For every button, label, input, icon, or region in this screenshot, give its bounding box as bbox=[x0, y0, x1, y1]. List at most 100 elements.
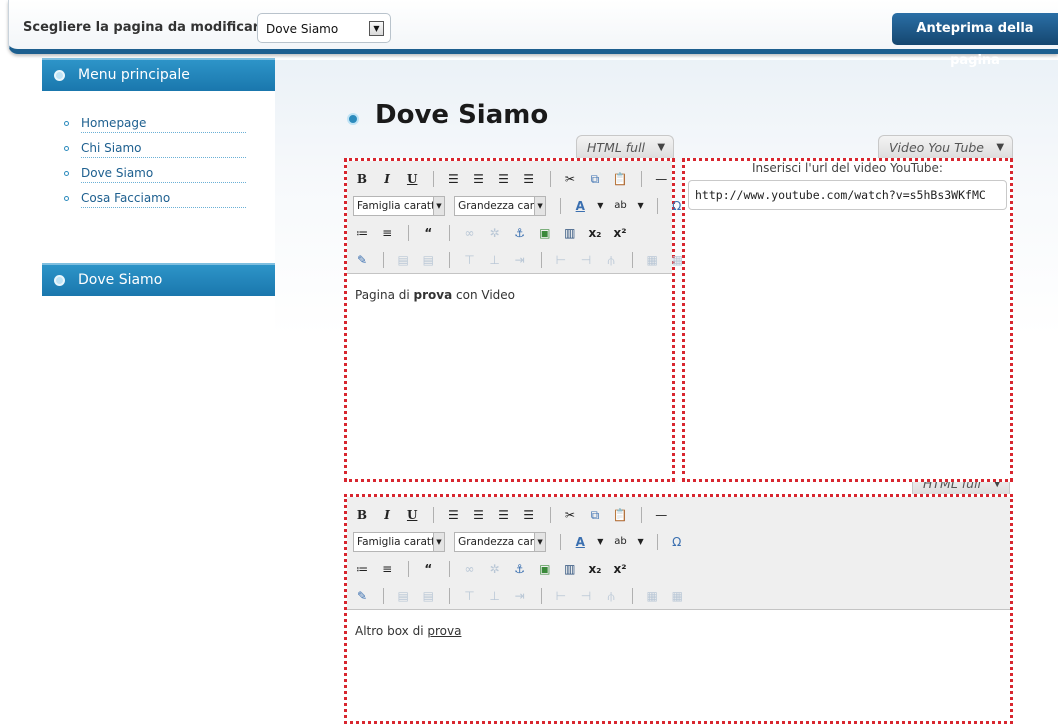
sidebar-item-homepage[interactable]: Homepage bbox=[64, 114, 246, 139]
page-select[interactable]: Dove Siamo ▼ bbox=[257, 13, 391, 43]
sidebar-item-label[interactable]: Homepage bbox=[81, 116, 246, 133]
chevron-down-icon[interactable]: ▼ bbox=[637, 197, 645, 215]
font-size-select[interactable]: Grandezza car. ▼ bbox=[454, 195, 547, 216]
special-char-icon[interactable]: Ω bbox=[668, 533, 686, 551]
font-family-select[interactable]: Famiglia caratt ▼ bbox=[353, 195, 445, 216]
preview-button[interactable]: Anteprima della pagina bbox=[892, 13, 1058, 68]
edit-html-icon[interactable]: ✎ bbox=[353, 587, 371, 605]
delete-row-icon: ⇥ bbox=[514, 252, 525, 267]
chevron-down-icon: ▼ bbox=[433, 196, 444, 215]
media-icon[interactable]: ▥ bbox=[561, 224, 579, 242]
toolbar-separator bbox=[656, 533, 658, 550]
sidebar-item-dove-siamo[interactable]: Dove Siamo bbox=[64, 164, 246, 189]
bullet-icon bbox=[64, 171, 69, 176]
bold-icon[interactable]: B bbox=[353, 170, 371, 188]
chevron-down-icon[interactable]: ▼ bbox=[637, 533, 645, 551]
horizontal-rule-icon[interactable]: — bbox=[652, 170, 670, 188]
blockquote-icon[interactable]: “ bbox=[419, 560, 437, 578]
split-cells-icon: ▦ bbox=[646, 252, 658, 267]
chevron-down-icon[interactable]: ▼ bbox=[596, 197, 604, 215]
italic-icon[interactable]: I bbox=[378, 506, 396, 524]
toolbar-separator bbox=[433, 170, 435, 187]
align-center-icon[interactable]: ☰ bbox=[469, 170, 487, 188]
superscript-icon[interactable]: x² bbox=[611, 224, 629, 242]
insert-row-before-icon: ⊤ bbox=[464, 588, 475, 603]
superscript-icon[interactable]: x² bbox=[611, 560, 629, 578]
copy-icon[interactable]: ⧉ bbox=[586, 170, 604, 188]
anchor-icon[interactable]: ⚓ bbox=[511, 224, 529, 242]
image-icon[interactable]: ▣ bbox=[536, 560, 554, 578]
cut-icon[interactable]: ✂ bbox=[561, 506, 579, 524]
split-cells-icon: ▦ bbox=[646, 588, 658, 603]
align-left-icon[interactable]: ☰ bbox=[444, 170, 462, 188]
toolbar-separator bbox=[449, 560, 451, 577]
underline-icon[interactable]: U bbox=[403, 170, 421, 188]
sidebar-item-label[interactable]: Chi Siamo bbox=[81, 141, 246, 158]
chevron-down-icon: ▼ bbox=[534, 532, 546, 551]
paste-icon[interactable]: 📋 bbox=[611, 506, 629, 524]
editor-box-2: B I U ☰ ☰ ☰ ☰ ✂ ⧉ 📋 — Famiglia caratt ▼ … bbox=[344, 494, 1013, 724]
toolbar-separator bbox=[641, 170, 643, 187]
bullet-list-icon[interactable]: ≔ bbox=[353, 560, 371, 578]
align-center-icon[interactable]: ☰ bbox=[469, 506, 487, 524]
youtube-url-input[interactable]: http://www.youtube.com/watch?v=s5hBs3WKf… bbox=[688, 180, 1007, 210]
highlight-color-icon[interactable]: ab bbox=[611, 197, 629, 215]
toolbar-separator bbox=[560, 197, 562, 214]
blockquote-icon[interactable]: “ bbox=[419, 224, 437, 242]
underline-icon[interactable]: U bbox=[403, 506, 421, 524]
align-justify-icon[interactable]: ☰ bbox=[520, 506, 538, 524]
align-right-icon[interactable]: ☰ bbox=[495, 506, 513, 524]
image-icon[interactable]: ▣ bbox=[536, 224, 554, 242]
editor-content[interactable]: Altro box di prova bbox=[355, 624, 461, 638]
youtube-box: Inserisci l'url del video YouTube: http:… bbox=[682, 158, 1013, 482]
align-justify-icon[interactable]: ☰ bbox=[520, 170, 538, 188]
page-select-value: Dove Siamo bbox=[266, 22, 339, 36]
font-size-value: Grandezza car. bbox=[458, 199, 537, 212]
chevron-down-icon[interactable]: ▼ bbox=[369, 21, 384, 36]
cut-icon[interactable]: ✂ bbox=[561, 170, 579, 188]
numbered-list-icon[interactable]: ≡ bbox=[378, 224, 396, 242]
box1-mode-selector[interactable]: HTML full ▼ bbox=[576, 135, 675, 159]
text-color-icon[interactable]: A bbox=[571, 533, 589, 551]
font-size-select[interactable]: Grandezza car. ▼ bbox=[454, 531, 547, 552]
toolbar-separator bbox=[383, 587, 385, 604]
sidebar-item-label[interactable]: Cosa Facciamo bbox=[81, 191, 246, 208]
paste-icon[interactable]: 📋 bbox=[611, 170, 629, 188]
top-bar: Scegliere la pagina da modificare: Dove … bbox=[8, 0, 1058, 68]
toolbar-separator bbox=[540, 251, 542, 268]
align-left-icon[interactable]: ☰ bbox=[444, 506, 462, 524]
sidebar-item-chi-siamo[interactable]: Chi Siamo bbox=[64, 139, 246, 164]
subscript-icon[interactable]: x₂ bbox=[586, 224, 604, 242]
sidebar-item-cosa-facciamo[interactable]: Cosa Facciamo bbox=[64, 189, 246, 214]
insert-row-after-icon: ⊥ bbox=[489, 588, 500, 603]
align-right-icon[interactable]: ☰ bbox=[495, 170, 513, 188]
horizontal-rule-icon[interactable]: — bbox=[652, 506, 670, 524]
media-icon[interactable]: ▥ bbox=[561, 560, 579, 578]
highlight-color-icon[interactable]: ab bbox=[611, 533, 629, 551]
toolbar-separator bbox=[549, 506, 551, 523]
editor-text: con Video bbox=[452, 288, 516, 302]
box2-mode-selector[interactable]: Video You Tube ▼ bbox=[878, 135, 1014, 159]
bullet-list-icon[interactable]: ≔ bbox=[353, 224, 371, 242]
sidebar-item-label[interactable]: Dove Siamo bbox=[81, 166, 246, 183]
copy-icon[interactable]: ⧉ bbox=[586, 506, 604, 524]
table-row-props-icon: ▤ bbox=[397, 252, 409, 267]
subscript-icon[interactable]: x₂ bbox=[586, 560, 604, 578]
editor-text-underlined: prova bbox=[427, 624, 462, 638]
insert-col-before-icon: ⊢ bbox=[555, 588, 567, 603]
italic-icon[interactable]: I bbox=[378, 170, 396, 188]
font-family-select[interactable]: Famiglia caratt ▼ bbox=[353, 531, 445, 552]
delete-col-icon: ⫛ bbox=[607, 588, 615, 603]
editor-content[interactable]: Pagina di prova con Video bbox=[355, 288, 515, 302]
anchor-icon[interactable]: ⚓ bbox=[511, 560, 529, 578]
toolbar-separator bbox=[449, 224, 451, 241]
insert-col-after-icon: ⊣ bbox=[580, 252, 592, 267]
numbered-list-icon[interactable]: ≡ bbox=[378, 560, 396, 578]
toolbar-separator bbox=[632, 251, 634, 268]
edit-html-icon[interactable]: ✎ bbox=[353, 251, 371, 269]
bold-icon[interactable]: B bbox=[353, 506, 371, 524]
chevron-down-icon: ▼ bbox=[657, 142, 666, 153]
sidebar-menu: Homepage Chi Siamo Dove Siamo Cosa Facci… bbox=[42, 114, 275, 214]
chevron-down-icon[interactable]: ▼ bbox=[596, 533, 604, 551]
text-color-icon[interactable]: A bbox=[571, 197, 589, 215]
